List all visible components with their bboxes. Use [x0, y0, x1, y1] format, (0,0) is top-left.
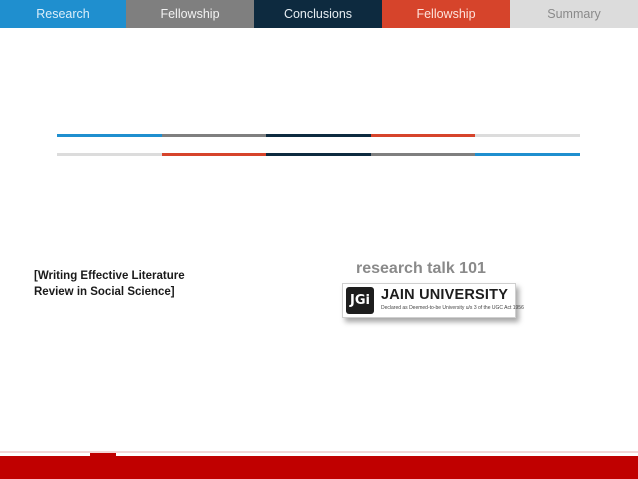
footer-bar — [0, 456, 638, 479]
tab-fellowship-2[interactable]: Fellowship — [382, 0, 510, 28]
tab-conclusions[interactable]: Conclusions — [254, 0, 382, 28]
presentation-title: [Writing Effective Literature Review in … — [34, 268, 264, 300]
university-name: JAIN UNIVERSITY — [381, 287, 509, 303]
decor-segment — [370, 134, 476, 137]
decor-segment — [161, 153, 267, 156]
decor-segment — [57, 134, 162, 137]
university-logo: JGi JAIN UNIVERSITY Declared as Deemed-t… — [342, 283, 524, 318]
decor-segment — [266, 153, 371, 156]
decor-segment — [475, 153, 580, 156]
presentation-title-line-2: Review in Social Science] — [34, 286, 175, 298]
talk-series-title: research talk 101 — [356, 260, 486, 277]
university-subtitle: Declared as Deemed-to-be University u/s … — [381, 305, 524, 311]
decor-segment — [161, 134, 267, 137]
decor-segment — [57, 153, 162, 156]
decorative-lines-bottom — [57, 153, 580, 156]
tab-summary[interactable]: Summary — [510, 0, 638, 28]
section-tab-bar: Research Fellowship Conclusions Fellowsh… — [0, 0, 638, 28]
jgi-logo-icon: JGi — [346, 287, 374, 314]
decor-segment — [370, 153, 476, 156]
presentation-title-line-1: [Writing Effective Literature — [34, 270, 185, 282]
decor-segment — [475, 134, 580, 137]
decor-segment — [266, 134, 371, 137]
decorative-lines-top — [57, 134, 580, 137]
tab-fellowship[interactable]: Fellowship — [126, 0, 254, 28]
tab-research[interactable]: Research — [0, 0, 126, 28]
